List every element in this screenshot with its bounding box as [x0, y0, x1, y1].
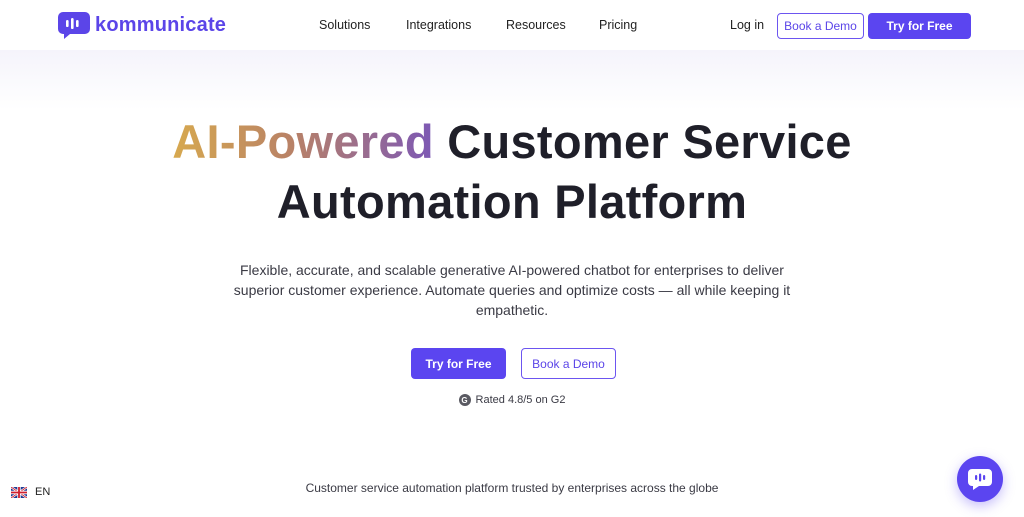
uk-flag-icon [11, 486, 27, 498]
top-navigation-bar: kommunicate Solutions Integrations Resou… [0, 0, 1024, 51]
brand-name: kommunicate [95, 13, 227, 36]
nav-resources[interactable]: Resources [506, 0, 566, 50]
hero-subtext: Flexible, accurate, and scalable generat… [233, 262, 791, 318]
try-free-button[interactable]: Try for Free [411, 348, 506, 379]
hero-headline: AI-Powered Customer Service Automation P… [0, 112, 1024, 232]
nav-solutions[interactable]: Solutions [319, 0, 370, 50]
brand-logo[interactable]: kommunicate [57, 10, 226, 40]
hero-background [0, 50, 1024, 110]
language-code: EN [35, 486, 51, 498]
trusted-by-text: Customer service automation platform tru… [305, 481, 719, 495]
book-demo-button-header[interactable]: Book a Demo [777, 13, 864, 39]
book-demo-button[interactable]: Book a Demo [521, 348, 616, 379]
chat-launcher-button[interactable] [957, 456, 1003, 502]
rating-text: Rated 4.8/5 on G2 [475, 394, 566, 406]
headline-rest: Customer Service [447, 115, 852, 168]
headline-accent: AI-Powered [172, 115, 434, 168]
headline-line-2: Automation Platform [276, 175, 748, 228]
g2-icon: G [458, 394, 471, 406]
nav-pricing[interactable]: Pricing [599, 0, 637, 50]
nav-integrations[interactable]: Integrations [406, 0, 471, 50]
language-selector[interactable]: EN [11, 486, 50, 498]
g2-rating: G Rated 4.8/5 on G2 [0, 394, 1024, 406]
chat-bubble-icon [968, 469, 992, 490]
kommunicate-logo-icon [58, 12, 90, 39]
try-free-button-header[interactable]: Try for Free [868, 13, 971, 39]
login-link[interactable]: Log in [730, 0, 764, 50]
